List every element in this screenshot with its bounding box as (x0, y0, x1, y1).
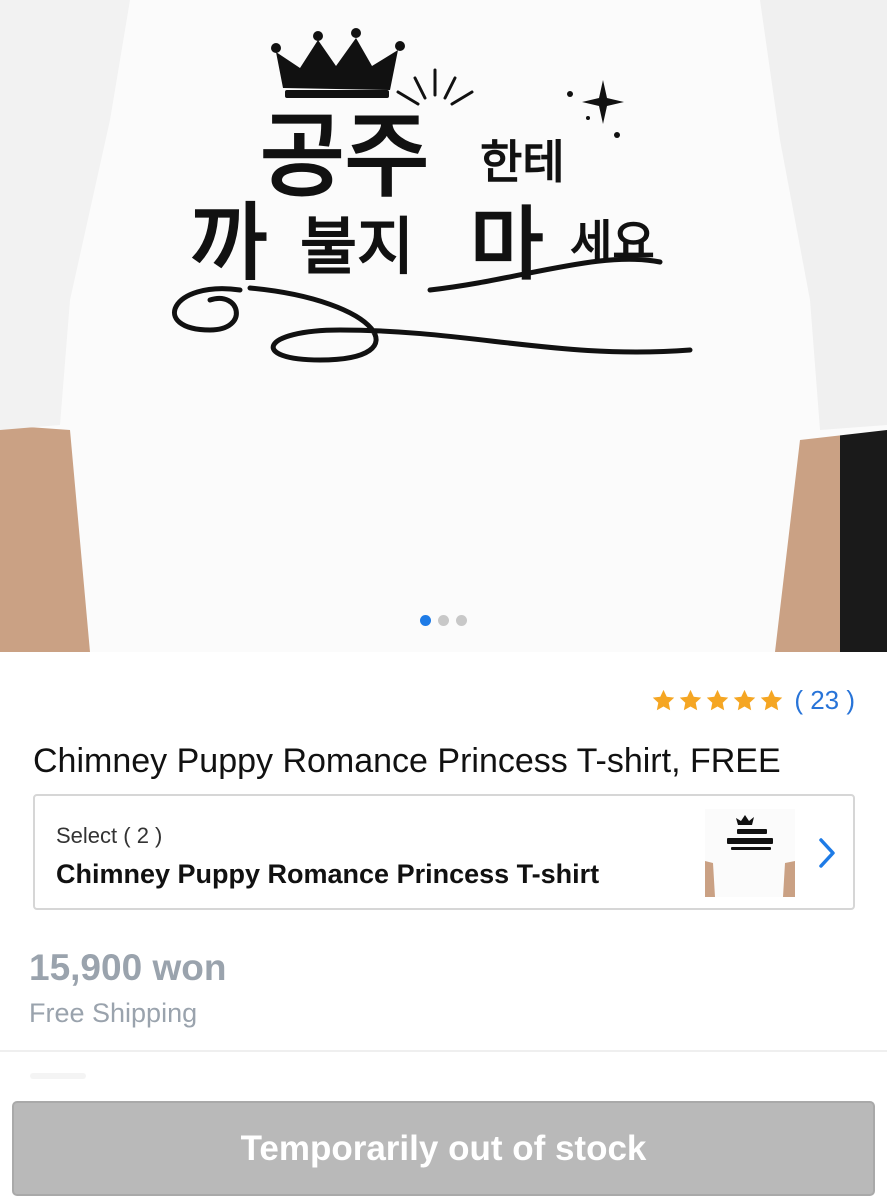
divider (0, 1050, 887, 1052)
option-selector[interactable]: Select ( 2 ) Chimney Puppy Romance Princ… (33, 794, 855, 910)
star-icon (761, 689, 783, 711)
carousel-dot[interactable] (420, 615, 431, 626)
tshirt-illustration: 공주 한테 까 불지 마 세요 (0, 0, 887, 652)
star-icon (653, 689, 675, 711)
product-title: Chimney Puppy Romance Princess T-shirt, … (33, 742, 781, 780)
star-icon (680, 689, 702, 711)
svg-text:한테: 한테 (480, 135, 565, 189)
out-of-stock-button[interactable]: Temporarily out of stock (12, 1101, 875, 1196)
option-name: Chimney Puppy Romance Princess T-shirt (56, 859, 600, 889)
carousel-indicator[interactable] (0, 615, 887, 626)
chevron-right-icon[interactable] (815, 836, 839, 870)
review-count-link[interactable]: ( 23 ) (794, 685, 855, 716)
product-image[interactable]: 공주 한테 까 불지 마 세요 (0, 0, 887, 652)
star-icon (734, 689, 756, 711)
faint-placeholder (30, 1073, 86, 1079)
shipping-info: Free Shipping (29, 998, 198, 1028)
product-rating[interactable]: ( 23 ) (651, 685, 855, 716)
star-icon (707, 689, 729, 711)
carousel-dot[interactable] (438, 615, 449, 626)
star-rating (651, 688, 784, 713)
option-select-label: Select ( 2 ) (56, 823, 163, 848)
svg-text:까: 까 (190, 193, 267, 292)
product-price: 15,900 won (29, 947, 227, 988)
svg-text:불지: 불지 (300, 210, 414, 283)
carousel-dot[interactable] (456, 615, 467, 626)
svg-text:공주: 공주 (260, 102, 429, 210)
option-thumbnail (705, 809, 795, 897)
